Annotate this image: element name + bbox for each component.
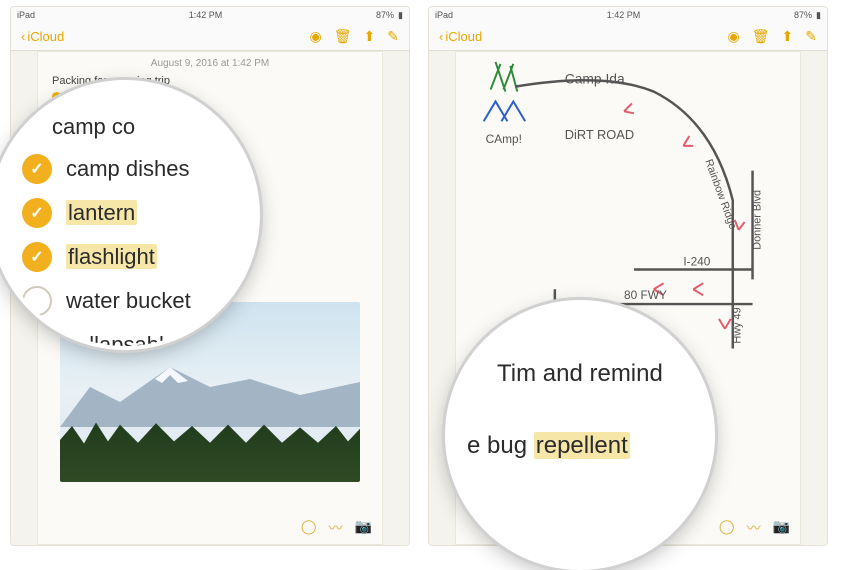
chevron-left-icon: ‹ [21,29,25,44]
map-label: Rainbow Ridge [702,158,738,231]
magnifier-left: camp co camp dishes lantern flashlight w… [0,80,260,350]
back-button[interactable]: ‹ iCloud [439,29,482,44]
battery-icon: ▮ [398,10,403,21]
status-bar: iPad 1:42 PM 87% ▮ [429,7,827,23]
camera-icon[interactable]: 📷 [773,518,790,538]
share-icon[interactable]: ⬆ [364,28,376,45]
camera-icon[interactable]: 📷 [355,518,372,538]
battery-icon: ▮ [816,10,821,21]
compose-icon[interactable]: ✎ [387,28,399,45]
mountain-shape [60,357,360,427]
magnified-checklist: camp co camp dishes lantern flashlight w… [0,84,256,350]
map-label: CAmp! [486,132,522,146]
back-label: iCloud [27,29,64,44]
status-time: 1:42 PM [189,10,223,20]
scribble-icon[interactable]: 〰 [747,518,761,538]
status-bar: iPad 1:42 PM 87% ▮ [11,7,409,23]
share-icon[interactable]: ⬆ [782,28,794,45]
sketch-icon[interactable]: ◯ [719,518,735,538]
map-label: Donner Blvd [751,190,763,250]
note-date: August 9, 2016 at 1:42 PM [38,58,382,69]
trash-icon[interactable]: 🗑 [334,28,352,45]
people-icon[interactable]: ◉ [310,28,322,45]
list-item[interactable]: flashlight [22,242,238,272]
status-device: iPad [435,10,453,20]
magnified-text-line: Tim and remind [497,360,711,388]
map-label: Camp Ida [565,71,625,87]
compose-icon[interactable]: ✎ [805,28,817,45]
map-label: 80 FWY [624,288,667,302]
nav-bar: ‹ iCloud ◉ 🗑 ⬆ ✎ [429,23,827,51]
checkbox-checked-icon[interactable] [22,198,52,228]
checkbox-checked-icon[interactable] [22,154,52,184]
list-item[interactable]: camp dishes [22,154,238,184]
trash-icon[interactable]: 🗑 [752,28,770,45]
scribble-icon[interactable]: 〰 [329,518,343,538]
map-label: I-240 [683,255,710,269]
sketch-icon[interactable]: ◯ [301,518,317,538]
status-battery: 87% [794,10,812,20]
map-label: Hwy 49 [732,307,744,343]
list-item[interactable]: camp co [52,114,238,140]
back-label: iCloud [445,29,482,44]
people-icon[interactable]: ◉ [728,28,740,45]
list-item[interactable]: lantern [22,198,238,228]
map-label: DiRT ROAD [565,127,634,142]
back-button[interactable]: ‹ iCloud [21,29,64,44]
status-device: iPad [17,10,35,20]
magnifier-right: Tim and remind e bug repellent [445,300,715,570]
nav-bar: ‹ iCloud ◉ 🗑 ⬆ ✎ [11,23,409,51]
checkbox-checked-icon[interactable] [22,242,52,272]
note-toolbar: ◯ 〰 📷 [301,518,372,538]
list-item[interactable]: water bucket [22,286,238,316]
status-battery: 87% [376,10,394,20]
magnified-text-line: e bug repellent [467,432,711,460]
chevron-left-icon: ‹ [439,29,443,44]
note-toolbar: ◯ 〰 📷 [719,518,790,538]
status-time: 1:42 PM [607,10,641,20]
